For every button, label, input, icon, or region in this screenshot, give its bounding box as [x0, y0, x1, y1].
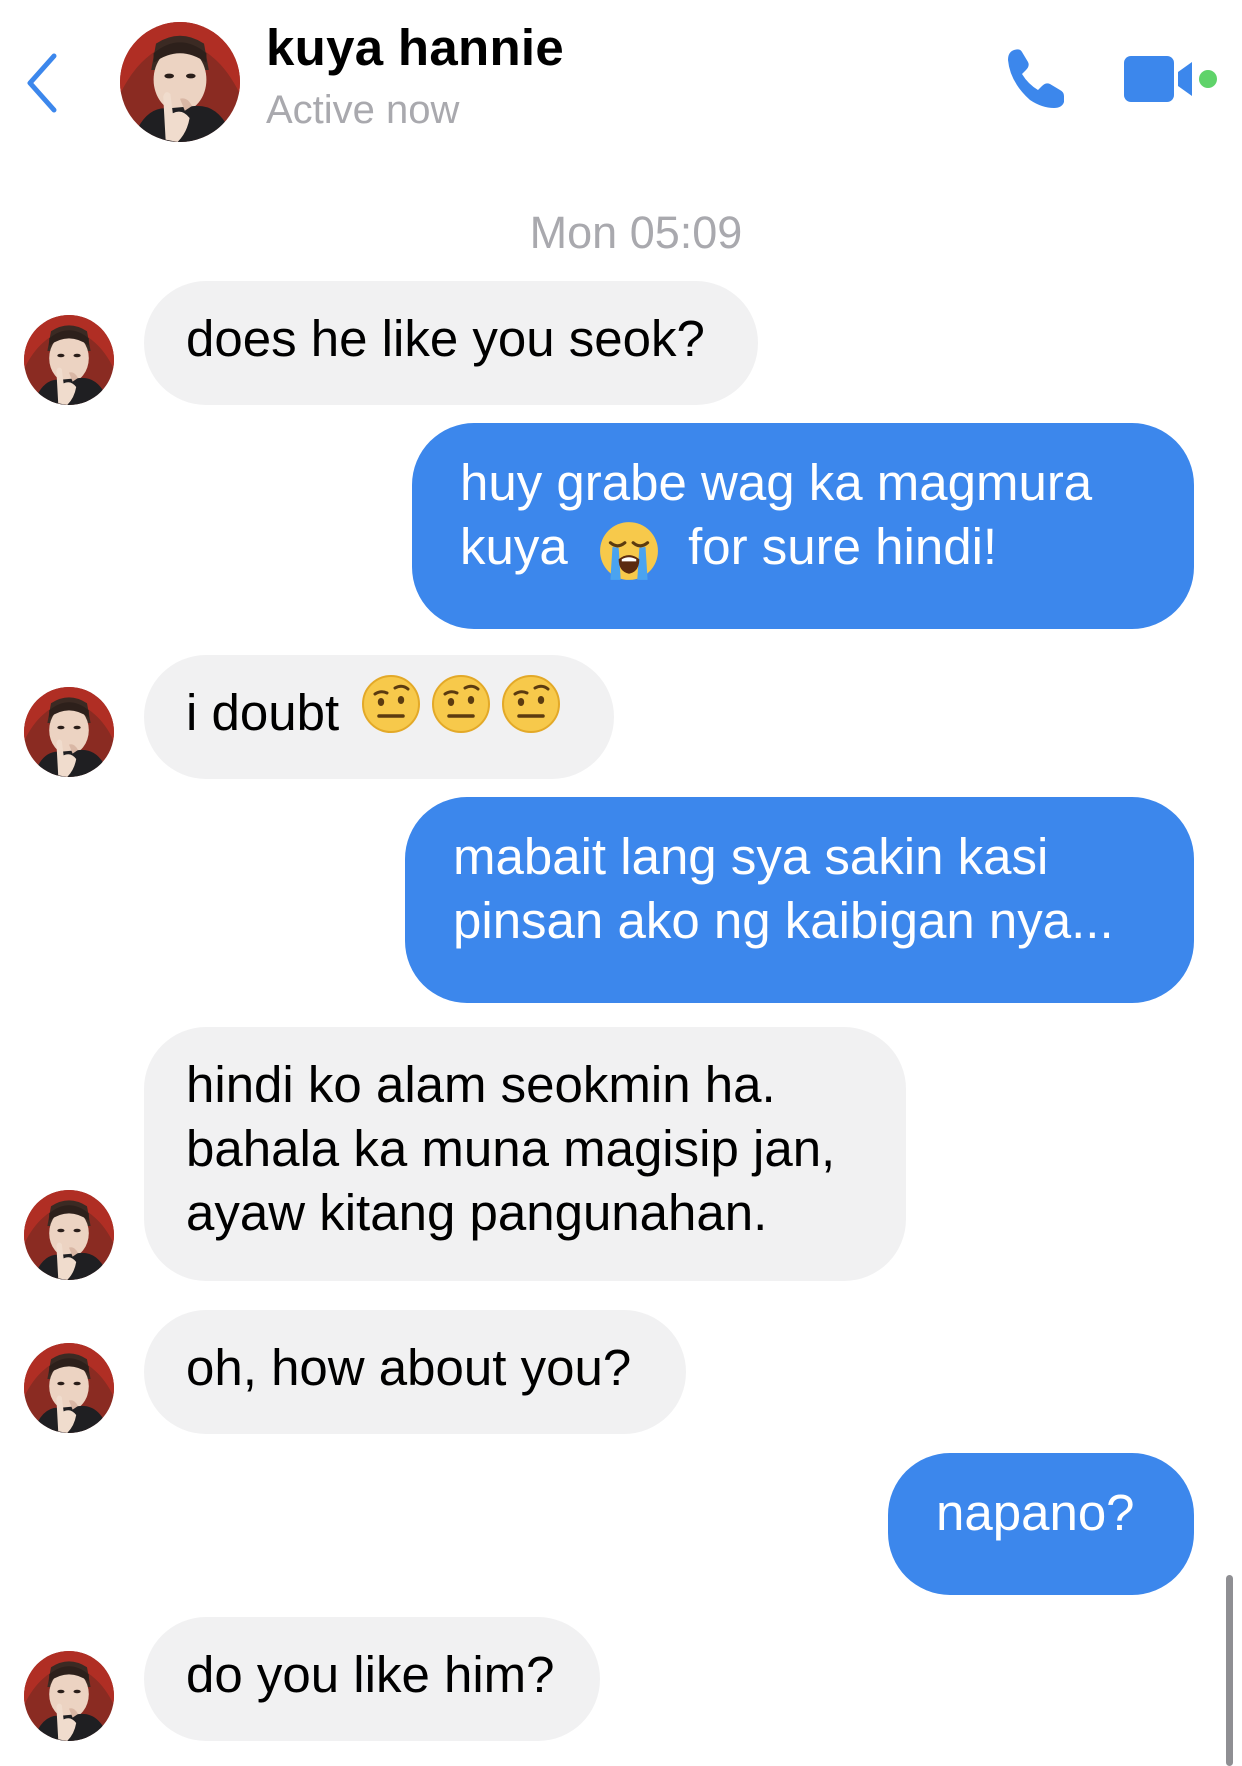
contact-avatar[interactable]	[120, 22, 240, 142]
message-text: do you like him?	[186, 1646, 555, 1703]
chevron-left-icon	[27, 53, 57, 113]
sender-avatar[interactable]	[24, 687, 114, 777]
face-with-raised-eyebrow-emoji-icon	[431, 674, 491, 734]
message-text-line: ayaw kitang pangunahan.	[186, 1184, 768, 1241]
incoming-message-bubble[interactable]: does he like you seok?	[144, 281, 758, 405]
outgoing-message-bubble[interactable]: huy grabe wag ka magmura kuya for sure h…	[412, 423, 1194, 629]
message-timestamp: Mon 05:09	[529, 207, 743, 258]
message-text-line: kuya for sure hindi!	[460, 515, 1146, 582]
message-text: oh, how about you?	[186, 1339, 632, 1396]
contact-name[interactable]: kuya hannie	[266, 18, 564, 77]
conversation-thread[interactable]: Mon 05:09 does he like you seok? huy gra…	[0, 165, 1242, 1766]
sender-avatar[interactable]	[24, 1190, 114, 1280]
message-text: does he like you seok?	[186, 310, 705, 367]
face-with-raised-eyebrow-emoji-icon	[361, 674, 421, 734]
message-text-line: mabait lang sya sakin kasi	[453, 828, 1049, 885]
message-text-line: pinsan ako ng kaibigan nya...	[453, 892, 1114, 949]
incoming-message-bubble[interactable]: do you like him?	[144, 1617, 600, 1741]
online-indicator	[1199, 70, 1217, 88]
message-text-line: bahala ka muna magisip jan,	[186, 1120, 836, 1177]
active-status: Active now	[266, 88, 460, 132]
sender-avatar[interactable]	[24, 1343, 114, 1433]
sender-avatar[interactable]	[24, 315, 114, 405]
outgoing-message-bubble[interactable]: mabait lang sya sakin kasi pinsan ako ng…	[405, 797, 1194, 1003]
call-button[interactable]	[1000, 42, 1072, 114]
message-text: for sure hindi!	[688, 518, 998, 575]
message-text: kuya	[460, 518, 568, 575]
face-with-raised-eyebrow-emoji-icon	[501, 674, 561, 734]
back-button[interactable]	[22, 48, 66, 118]
message-text: i doubt	[186, 684, 340, 741]
incoming-message-bubble[interactable]: hindi ko alam seokmin ha. bahala ka muna…	[144, 1027, 906, 1281]
sender-avatar[interactable]	[24, 1651, 114, 1741]
video-camera-icon	[1124, 56, 1217, 102]
phone-icon	[1008, 49, 1064, 108]
message-text: napano?	[936, 1484, 1135, 1541]
scrollbar[interactable]	[1226, 1575, 1233, 1766]
incoming-message-bubble[interactable]: oh, how about you?	[144, 1310, 686, 1434]
incoming-message-bubble[interactable]: i doubt	[144, 655, 614, 779]
emoji-group	[361, 674, 571, 749]
video-call-button[interactable]	[1122, 50, 1222, 110]
message-text-line: huy grabe wag ka magmura	[460, 454, 1093, 511]
loudly-crying-face-emoji-icon	[598, 520, 660, 582]
outgoing-message-bubble[interactable]: napano?	[888, 1453, 1194, 1595]
chat-header: kuya hannie Active now	[0, 0, 1242, 165]
message-text-line: hindi ko alam seokmin ha.	[186, 1056, 776, 1113]
